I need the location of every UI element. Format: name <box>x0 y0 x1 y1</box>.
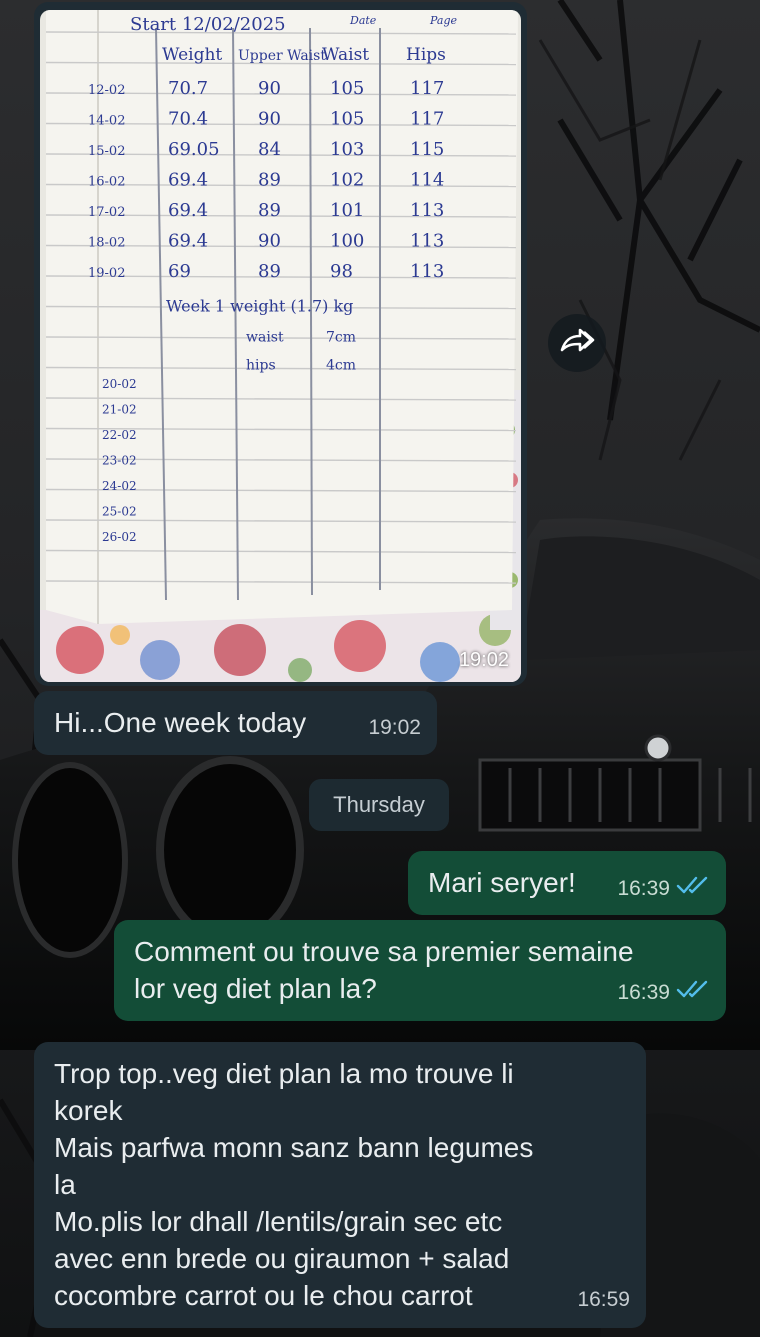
row-value: 69 <box>168 261 191 282</box>
time-label: 16:59 <box>577 1288 630 1311</box>
future-date: 24-02 <box>102 479 137 493</box>
incoming-message[interactable]: Hi...One week today 19:02 <box>34 691 437 755</box>
week-summary-title: Week 1 weight (1.7) kg <box>166 297 353 316</box>
message-text: Comment ou trouve sa premier semaine lor… <box>134 936 634 1004</box>
row-value: 101 <box>330 200 364 221</box>
time-label: 16:39 <box>617 981 670 1004</box>
summary-label: hips <box>246 358 276 374</box>
row-value: 89 <box>258 170 281 191</box>
future-date: 21-02 <box>102 403 137 417</box>
row-value: 84 <box>258 139 281 160</box>
future-date: 23-02 <box>102 454 137 468</box>
future-date: 20-02 <box>102 377 137 391</box>
column-header: Upper Waist <box>238 48 326 64</box>
forward-icon <box>559 326 595 361</box>
row-date: 14-02 <box>88 114 125 129</box>
double-check-icon <box>676 870 710 907</box>
message-meta: 16:39 <box>617 974 710 1011</box>
row-value: 105 <box>330 78 364 99</box>
row-value: 103 <box>330 139 364 160</box>
row-date: 16-02 <box>88 175 125 190</box>
row-value: 113 <box>410 200 444 221</box>
row-value: 69.4 <box>168 170 208 191</box>
row-date: 15-02 <box>88 144 125 159</box>
summary-value: 7cm <box>326 330 356 346</box>
row-value: 69.4 <box>168 200 208 221</box>
row-value: 70.4 <box>168 109 208 130</box>
column-header: Waist <box>322 45 369 65</box>
row-value: 98 <box>330 261 353 282</box>
row-value: 70.7 <box>168 78 208 99</box>
row-value: 117 <box>410 78 444 99</box>
row-value: 114 <box>410 170 444 191</box>
double-check-icon <box>676 974 710 1011</box>
row-value: 90 <box>258 109 281 130</box>
notebook-photo[interactable]: Start 12/02/2025 Date Page Weight Upper Wais… <box>40 10 521 682</box>
row-date: 17-02 <box>88 205 125 220</box>
row-value: 113 <box>410 231 444 252</box>
future-date: 26-02 <box>102 530 137 544</box>
outgoing-message[interactable]: Mari seryer! 16:39 <box>408 851 726 915</box>
time-label: 16:39 <box>617 877 670 900</box>
row-value: 117 <box>410 109 444 130</box>
message-text: Hi...One week today <box>54 707 307 738</box>
message-time: 19:02 <box>368 709 421 746</box>
row-value: 89 <box>258 261 281 282</box>
message-text: Trop top..veg diet plan la mo trouve li … <box>54 1058 534 1311</box>
row-value: 69.4 <box>168 231 208 252</box>
row-value: 90 <box>258 231 281 252</box>
future-date: 25-02 <box>102 505 137 519</box>
future-date: 22-02 <box>102 428 137 442</box>
row-value: 69.05 <box>168 139 220 160</box>
column-header: Weight <box>162 45 222 65</box>
notebook-drawing: Start 12/02/2025 Date Page Weight Upper Wais… <box>40 10 521 682</box>
summary-label: waist <box>246 330 284 346</box>
message-time: 16:59 <box>577 1281 630 1318</box>
message-text: Mari seryer! <box>428 867 576 898</box>
row-date: 19-02 <box>88 266 125 281</box>
row-date: 18-02 <box>88 236 125 251</box>
message-time: 19:02 <box>458 649 509 671</box>
row-value: 113 <box>410 261 444 282</box>
row-value: 89 <box>258 200 281 221</box>
time-label: 19:02 <box>368 716 421 739</box>
column-header: Hips <box>406 45 446 65</box>
message-meta: 16:39 <box>617 870 710 907</box>
row-value: 90 <box>258 78 281 99</box>
date-divider: Thursday <box>309 779 449 831</box>
date-divider-label: Thursday <box>333 792 425 817</box>
notebook-header-label: Page <box>429 14 458 27</box>
notebook-header: Start 12/02/2025 <box>130 14 286 35</box>
row-value: 102 <box>330 170 364 191</box>
row-date: 12-02 <box>88 83 125 98</box>
notebook-header-label: Date <box>349 14 377 27</box>
outgoing-message[interactable]: Comment ou trouve sa premier semaine lor… <box>114 920 726 1021</box>
incoming-message[interactable]: Trop top..veg diet plan la mo trouve li … <box>34 1042 646 1328</box>
image-message[interactable]: Start 12/02/2025 Date Page Weight Upper Wais… <box>34 2 527 686</box>
summary-value: 4cm <box>326 358 356 374</box>
row-value: 100 <box>330 231 364 252</box>
row-value: 115 <box>410 139 444 160</box>
forward-button[interactable] <box>548 314 606 372</box>
row-value: 105 <box>330 109 364 130</box>
